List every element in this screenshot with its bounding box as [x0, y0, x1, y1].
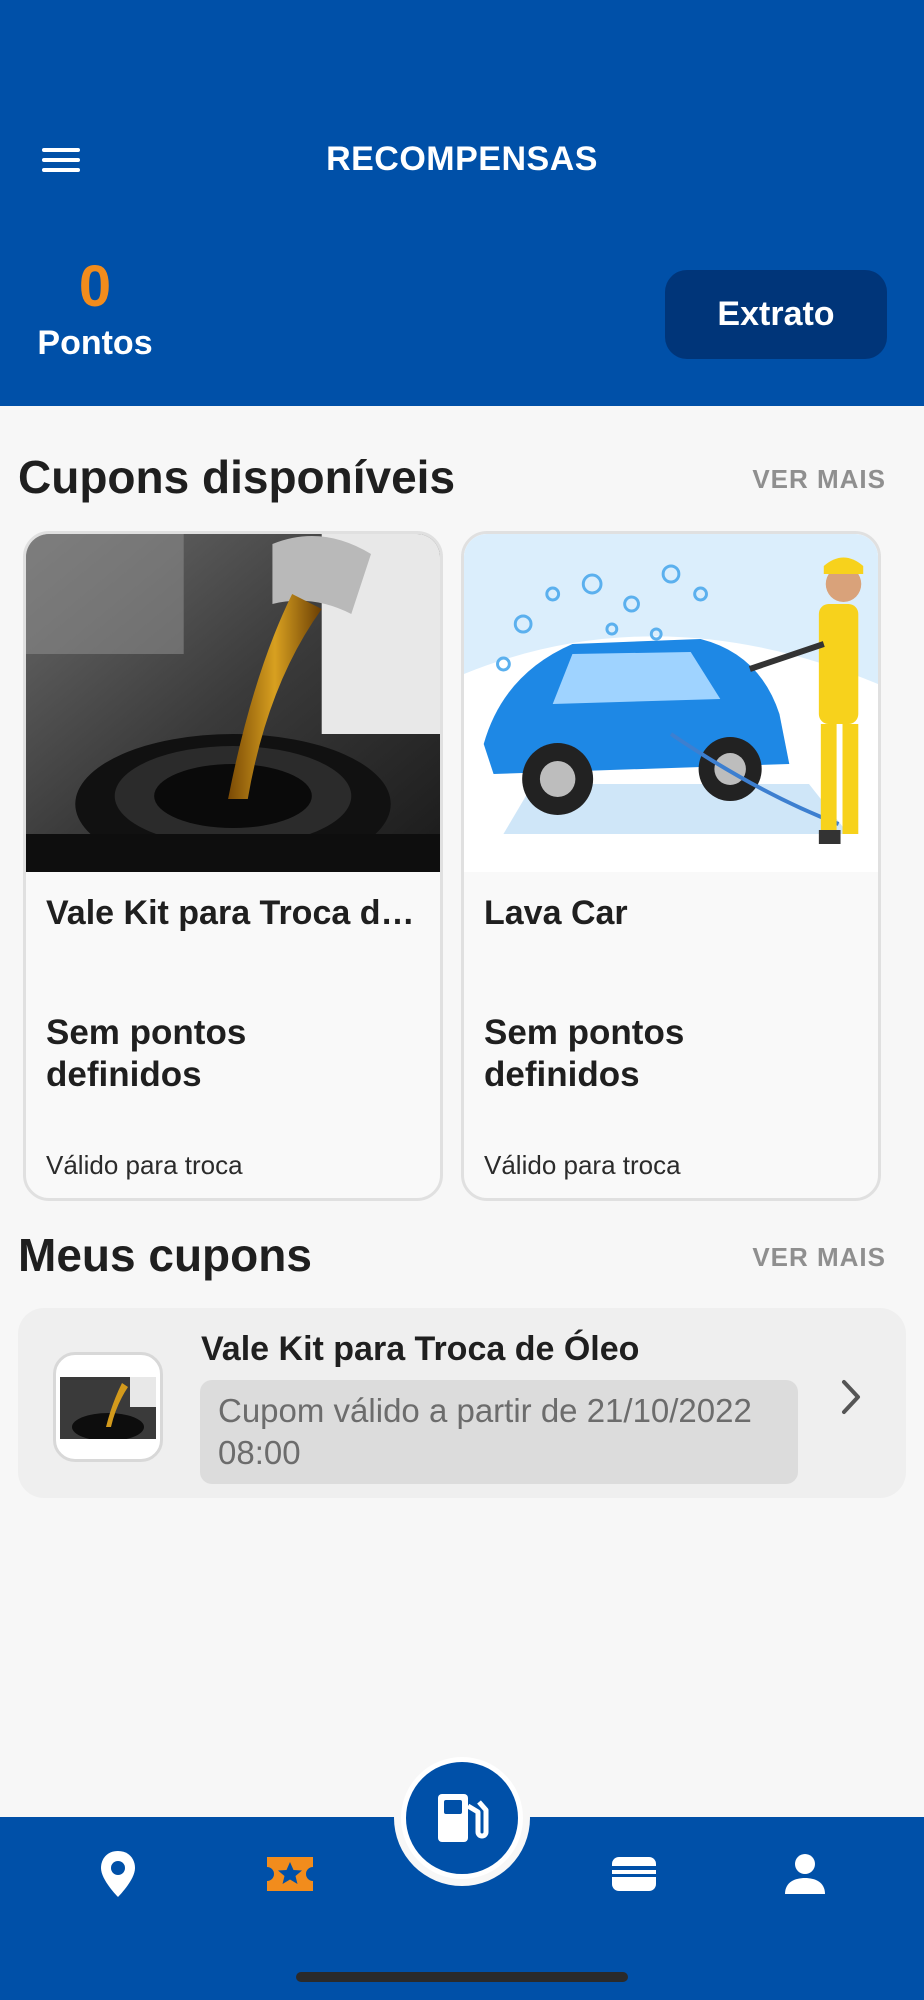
fuel-pump-icon — [438, 1794, 489, 1842]
page-title: RECOMPENSAS — [326, 140, 598, 178]
my-coupons-title: Meus cupons — [18, 1229, 312, 1281]
my-coupon-title: Vale Kit para Troca de Óleo — [201, 1330, 640, 1368]
coupon-card-validity: Válido para troca — [46, 1150, 243, 1180]
coupon-card-validity: Válido para troca — [484, 1150, 681, 1180]
points-label: Pontos — [37, 324, 153, 362]
points-summary: 0 Pontos — [20, 258, 170, 363]
profile-icon[interactable] — [775, 1844, 835, 1904]
coupon-card-car-wash[interactable]: Lava Car Sem pontos definidos Válido par… — [461, 531, 881, 1201]
available-see-more-link[interactable]: VER MAIS — [752, 464, 886, 495]
coupon-card-oil-change[interactable]: Vale Kit para Troca de Óleo Sem pontos d… — [23, 531, 443, 1201]
coupon-card-points: Sem pontos definidos — [46, 1013, 247, 1094]
points-value: 0 — [78, 254, 112, 319]
chevron-right-icon — [842, 1380, 860, 1414]
oil-change-image — [26, 534, 440, 872]
fuel-pump-button[interactable] — [401, 1757, 523, 1879]
coupon-icon[interactable] — [260, 1844, 320, 1904]
home-indicator — [296, 1972, 628, 1982]
coupon-card-points: Sem pontos definidos — [484, 1013, 685, 1094]
available-coupons-title: Cupons disponíveis — [18, 451, 456, 503]
coupon-card-title: Vale Kit para Troca de Óleo — [46, 894, 426, 932]
statement-button[interactable]: Extrato — [665, 270, 887, 359]
coupon-card-title: Lava Car — [484, 894, 628, 932]
car-wash-image — [464, 534, 878, 872]
oil-change-thumb-image — [60, 1377, 156, 1439]
my-coupon-item[interactable]: Vale Kit para Troca de Óleo Cupom válido… — [18, 1308, 906, 1498]
my-coupon-status: Cupom válido a partir de 21/10/2022 08:0… — [200, 1380, 798, 1484]
my-coupons-see-more-link[interactable]: VER MAIS — [752, 1242, 886, 1273]
wallet-card-icon[interactable] — [604, 1844, 664, 1904]
map-pin-icon[interactable] — [88, 1844, 148, 1904]
coupon-thumbnail — [53, 1352, 163, 1462]
